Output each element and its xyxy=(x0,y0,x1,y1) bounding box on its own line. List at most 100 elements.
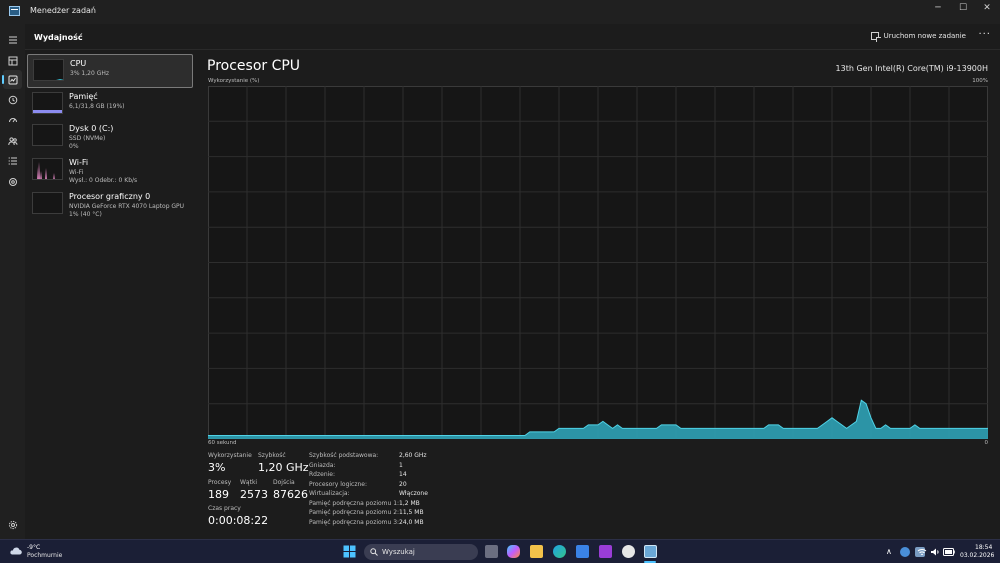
app-history-icon xyxy=(8,95,17,104)
photos-icon[interactable] xyxy=(599,545,612,558)
uptime-label: Czas pracy xyxy=(208,505,241,512)
weather-temperature[interactable]: -9°C xyxy=(27,544,40,551)
utilization-value: 3% xyxy=(208,461,226,474)
device-detail: SSD (NVMe) xyxy=(69,135,106,142)
info-value: 2,60 GHz xyxy=(399,452,427,459)
title-bar: Menedżer zadań ─ ☐ ✕ xyxy=(0,0,1000,24)
device-name: CPU xyxy=(70,59,87,68)
processes-value: 189 xyxy=(208,488,229,501)
info-label: Szybkość podstawowa: xyxy=(309,452,379,459)
file-explorer-icon[interactable] xyxy=(530,545,543,558)
services-icon xyxy=(8,177,17,186)
device-wifi[interactable]: Wi-Fi Wi-Fi Wysł.: 0 Odebr.: 0 Kb/s xyxy=(27,154,193,188)
device-memory[interactable]: Pamięć 6,1/31,8 GB (19%) xyxy=(27,88,193,122)
navigation-rail xyxy=(0,24,25,539)
info-value: 20 xyxy=(399,481,407,488)
device-detail: 3% 1,20 GHz xyxy=(70,70,110,77)
info-label: Pamięć podręczna poziomu 3: xyxy=(309,519,400,526)
nav-startup[interactable] xyxy=(3,110,22,129)
taskbar-search[interactable]: Wyszukaj xyxy=(364,544,478,560)
device-disk[interactable]: Dysk 0 (C:) SSD (NVMe) 0% xyxy=(27,120,193,154)
task-manager-taskbar-icon[interactable] xyxy=(644,545,657,558)
info-value: 1 xyxy=(399,462,403,469)
info-label: Gniazda: xyxy=(309,462,336,469)
wifi-icon[interactable] xyxy=(917,547,927,557)
taskbar: -9°C Pochmurnie Wyszukaj ∧ 18:54 03.02.2… xyxy=(0,539,1000,563)
speed-label: Szybkość xyxy=(258,452,286,459)
task-manager-icon xyxy=(9,6,20,16)
cloud-icon xyxy=(10,547,22,555)
run-new-task-label: Uruchom nowe zadanie xyxy=(883,32,966,40)
startup-icon xyxy=(8,117,17,122)
threads-label: Wątki xyxy=(240,479,258,486)
device-detail-2: 0% xyxy=(69,143,79,150)
settings-icon xyxy=(8,520,17,529)
xbox-icon[interactable] xyxy=(622,545,635,558)
run-new-task-button[interactable]: Uruchom nowe zadanie xyxy=(870,32,966,42)
clock-time[interactable]: 18:54 xyxy=(975,544,992,551)
nav-settings[interactable] xyxy=(3,515,22,534)
minimize-button[interactable]: ─ xyxy=(925,0,951,16)
clock-date[interactable]: 03.02.2026 xyxy=(960,552,994,559)
info-value: Włączone xyxy=(399,490,428,497)
device-gpu[interactable]: Procesor graficzny 0 NVIDIA GeForce RTX … xyxy=(27,188,193,222)
maximize-button[interactable]: ☐ xyxy=(950,0,976,16)
close-button[interactable]: ✕ xyxy=(974,0,1000,16)
device-name: Procesor graficzny 0 xyxy=(69,192,151,201)
device-cpu[interactable]: CPU 3% 1,20 GHz xyxy=(27,54,193,88)
device-detail-2: Wysł.: 0 Odebr.: 0 Kb/s xyxy=(69,177,138,184)
device-detail: NVIDIA GeForce RTX 4070 Laptop GPU xyxy=(69,203,185,210)
gpu-thumbnail-graph xyxy=(32,192,63,214)
nav-performance[interactable] xyxy=(2,70,22,89)
nav-details[interactable] xyxy=(3,151,22,170)
processes-icon xyxy=(8,56,17,65)
device-name: Dysk 0 (C:) xyxy=(69,124,114,133)
nav-app-history[interactable] xyxy=(3,90,22,109)
show-hidden-icons-button[interactable]: ∧ xyxy=(886,547,892,556)
menu-button[interactable] xyxy=(3,30,22,49)
start-button[interactable] xyxy=(343,545,356,558)
cpu-thumbnail-graph xyxy=(33,59,64,81)
handles-label: Dojścia xyxy=(273,479,295,486)
menu-icon xyxy=(8,36,17,43)
device-name: Pamięć xyxy=(69,92,98,101)
command-bar: Wydajność Uruchom nowe zadanie ··· xyxy=(25,24,1000,50)
device-detail: Wi-Fi xyxy=(69,169,84,176)
battery-icon[interactable] xyxy=(943,548,955,556)
nav-processes[interactable] xyxy=(3,51,22,70)
section-title: Wydajność xyxy=(34,33,83,42)
device-detail: 6,1/31,8 GB (19%) xyxy=(69,103,125,110)
performance-icon xyxy=(8,75,17,84)
memory-thumbnail-graph xyxy=(32,92,63,114)
wifi-thumbnail-graph xyxy=(32,158,63,180)
handles-value: 87626 xyxy=(273,488,308,501)
uptime-value: 0:00:08:22 xyxy=(208,514,269,527)
edge-icon[interactable] xyxy=(553,545,566,558)
nav-services[interactable] xyxy=(3,172,22,191)
onedrive-icon[interactable] xyxy=(900,547,910,557)
device-detail-2: 1% (40 °C) xyxy=(69,211,102,218)
info-value: 1,2 MB xyxy=(399,500,420,507)
more-options-button[interactable]: ··· xyxy=(978,29,991,40)
volume-icon[interactable] xyxy=(930,547,940,557)
device-list: CPU 3% 1,20 GHz Pamięć 6,1/31,8 GB (19%)… xyxy=(25,50,195,539)
graph-x-label: 60 sekund xyxy=(208,440,237,446)
nav-users[interactable] xyxy=(3,131,22,150)
graph-y-label: Wykorzystanie (%) xyxy=(208,78,260,84)
cpu-performance-panel: Procesor CPU 13th Gen Intel(R) Core(TM) … xyxy=(195,50,1000,539)
speed-value: 1,20 GHz xyxy=(258,461,309,474)
copilot-icon[interactable] xyxy=(507,545,520,558)
threads-value: 2573 xyxy=(240,488,268,501)
users-icon xyxy=(7,136,17,145)
window-title: Menedżer zadań xyxy=(30,6,96,15)
info-value: 14 xyxy=(399,471,407,478)
task-view-icon[interactable] xyxy=(485,545,498,558)
search-icon xyxy=(370,548,378,556)
store-icon[interactable] xyxy=(576,545,589,558)
cpu-usage-graph xyxy=(208,86,988,439)
cpu-model: 13th Gen Intel(R) Core(TM) i9-13900H xyxy=(835,64,988,73)
info-label: Wirtualizacja: xyxy=(309,490,350,497)
info-label: Pamięć podręczna poziomu 1: xyxy=(309,500,400,507)
disk-thumbnail-graph xyxy=(32,124,63,146)
weather-condition[interactable]: Pochmurnie xyxy=(27,552,62,559)
